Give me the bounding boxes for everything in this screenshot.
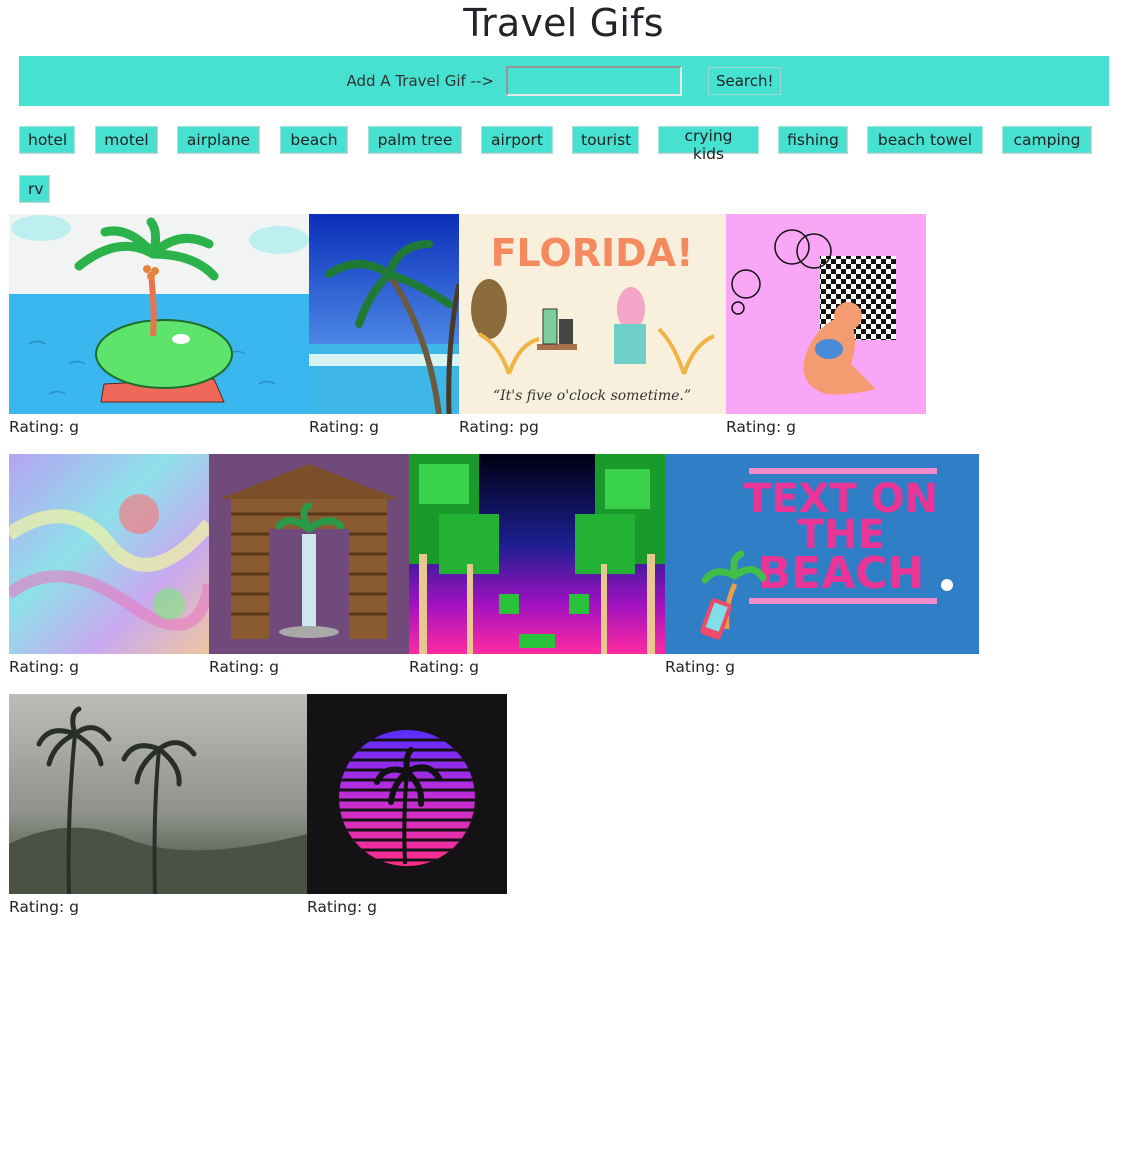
gif-image [9,694,307,894]
topic-button-airplane[interactable]: airplane [177,126,260,154]
page-title: Travel Gifs [463,1,664,45]
search-input[interactable] [505,66,682,96]
gif-florida[interactable]: FLORIDA! “It's five o'clock sometime.” [459,214,726,414]
gif-image: TEXT ON THE BEACH [665,454,979,654]
gif-rating: Rating: g [209,658,279,676]
topic-button-tourist[interactable]: tourist [572,126,639,154]
topic-button-hotel[interactable]: hotel [19,126,75,154]
topic-button-camping[interactable]: camping [1002,126,1092,154]
topic-button-airport[interactable]: airport [481,126,553,154]
gif-pixel-palms[interactable] [409,454,665,654]
gif-rating: Rating: g [9,658,79,676]
gif-text-florida: FLORIDA! [491,231,694,275]
gif-island-palm[interactable] [9,214,309,414]
topic-button-palm-tree[interactable]: palm tree [368,126,462,154]
gif-image [309,214,459,414]
gif-rating: Rating: g [9,418,79,436]
topic-button-crying-kids[interactable]: crying kids [658,126,759,163]
gif-tropical-beach[interactable] [309,214,459,414]
gif-image: FLORIDA! “It's five o'clock sometime.” [459,214,726,414]
gif-rating: Rating: g [726,418,796,436]
search-label: Add A Travel Gif --> [346,72,494,90]
gif-image [307,694,507,894]
topic-button-motel[interactable]: motel [95,126,158,154]
gif-stormy-palms[interactable] [9,694,307,894]
topic-button-fishing[interactable]: fishing [778,126,848,154]
search-bar: Add A Travel Gif --> Search! [19,56,1109,106]
gif-text-line-3: BEACH [758,548,925,599]
topic-button-beach[interactable]: beach [280,126,348,154]
topic-button-rv[interactable]: rv [19,175,50,203]
gif-image [9,454,209,654]
gif-rating: Rating: g [309,418,379,436]
gif-3d-hut[interactable] [209,454,409,654]
gif-rating: Rating: pg [459,418,539,436]
gif-rating: Rating: g [665,658,735,676]
gif-psychedelic[interactable] [9,454,209,654]
gif-retrowave-sunset[interactable] [307,694,507,894]
gif-rating: Rating: g [9,898,79,916]
topic-button-beach-towel[interactable]: beach towel [867,126,983,154]
gif-image [9,214,309,414]
search-button[interactable]: Search! [707,67,782,95]
gif-rating: Rating: g [409,658,479,676]
gif-checkerboard-figure[interactable] [726,214,926,414]
gif-text-on-beach[interactable]: TEXT ON THE BEACH [665,454,979,654]
gif-image [726,214,926,414]
gif-text-caption: “It's five o'clock sometime.” [493,388,691,404]
gif-image [209,454,409,654]
gif-rating: Rating: g [307,898,377,916]
gif-image [409,454,665,654]
